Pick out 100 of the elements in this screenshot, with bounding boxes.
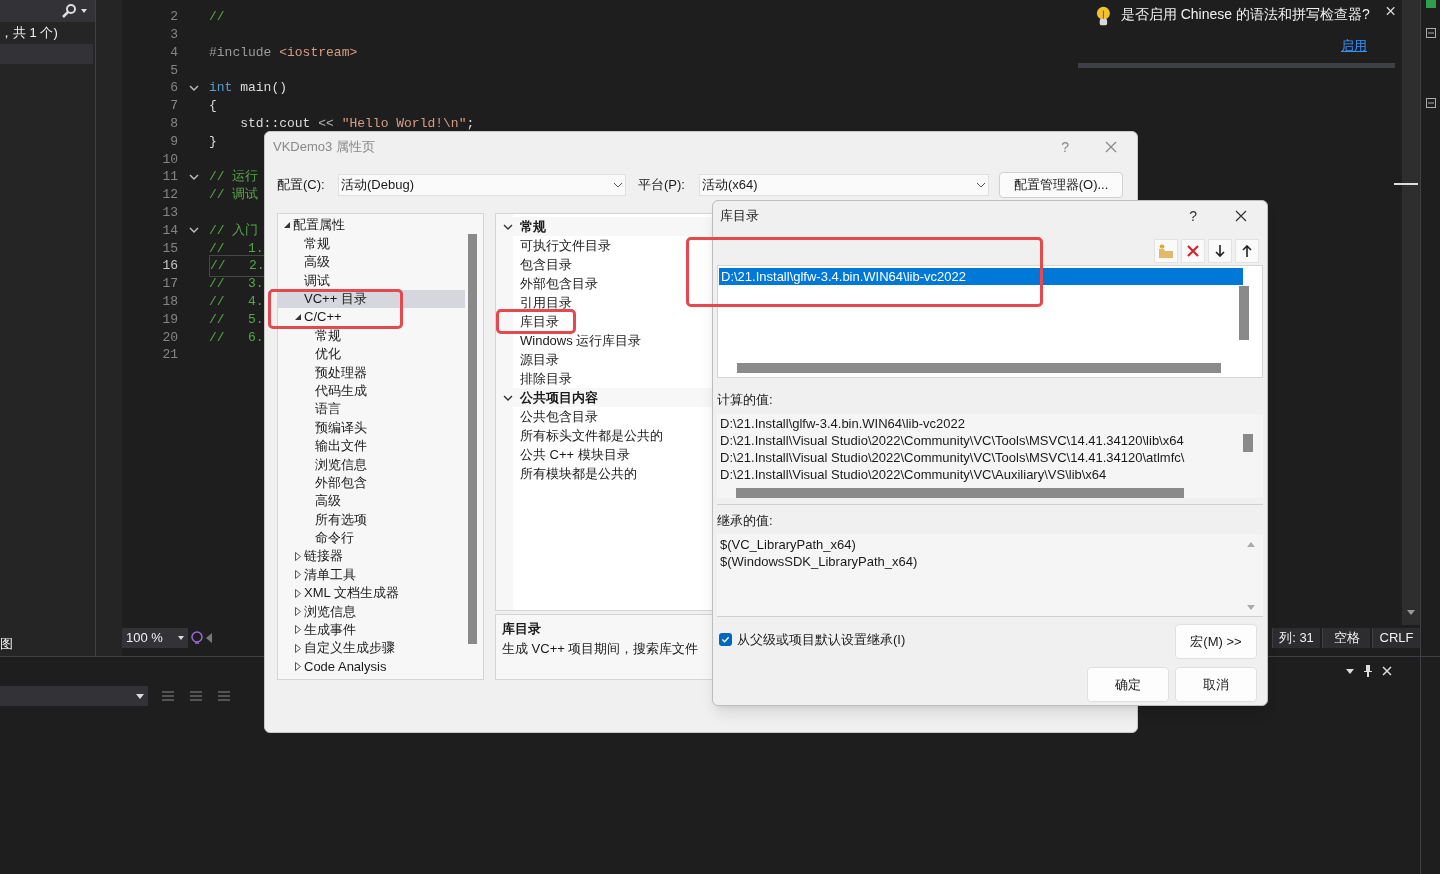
line-number: 18	[161, 292, 178, 311]
line-number: 8	[169, 114, 178, 133]
zoom-dropdown[interactable]: 100 %	[122, 628, 188, 648]
field-label: 配置(C):	[277, 176, 326, 195]
tree-item[interactable]: 优化	[278, 344, 465, 364]
collapsed-arrow-icon[interactable]	[295, 625, 301, 635]
vertical-scrollbar[interactable]	[1402, 0, 1420, 625]
fold-chevron-icon[interactable]	[188, 174, 199, 181]
enable-link[interactable]: 启用	[1341, 36, 1367, 56]
tree-item[interactable]: 语言	[278, 399, 465, 419]
tree-item[interactable]: Code Analysis	[278, 657, 465, 676]
dialog-button[interactable]: 取消	[1175, 667, 1257, 702]
status-item[interactable]: 列: 31	[1272, 628, 1320, 648]
help-button[interactable]: ?	[1189, 205, 1197, 227]
inherited-value: $(VC_LibraryPath_x64)	[719, 536, 857, 553]
collapsed-arrow-icon[interactable]	[295, 606, 301, 616]
config-manager-button[interactable]: 配置管理器(O)...	[999, 172, 1123, 198]
chevron-down-icon	[976, 182, 986, 188]
horizontal-scrollbar-thumb[interactable]	[736, 487, 1184, 498]
property-name[interactable]: 公共 C++ 模块目录	[520, 444, 630, 465]
close-icon[interactable]	[1235, 210, 1247, 222]
collapsed-arrow-icon[interactable]	[295, 643, 301, 653]
status-item[interactable]: 空格	[1322, 628, 1370, 648]
property-name[interactable]: 包含目录	[520, 254, 572, 275]
chevron-down-icon	[613, 182, 623, 188]
list-item[interactable]: D:\21.Install\glfw-3.4.bin.WIN64\lib-vc2022	[719, 268, 1243, 285]
tree-item[interactable]: XML 文档生成器	[278, 583, 465, 603]
scroll-left-icon[interactable]	[206, 633, 212, 643]
section-label: 计算的值:	[717, 391, 774, 409]
property-name[interactable]: Windows 运行库目录	[520, 330, 642, 351]
fold-chevron-icon[interactable]	[188, 227, 199, 234]
inherit-checkbox[interactable]: 从父级或项目默认设置继承(I)	[719, 630, 906, 650]
vertical-scrollbar-thumb[interactable]	[1239, 286, 1249, 340]
collapsed-arrow-icon[interactable]	[295, 662, 301, 672]
move-down-button[interactable]	[1208, 239, 1232, 263]
collapse-icon[interactable]	[1425, 98, 1436, 108]
caret-icon[interactable]	[81, 9, 87, 13]
collapse-icon[interactable]	[1425, 28, 1436, 38]
property-name[interactable]: 源目录	[520, 349, 559, 370]
tree-item[interactable]: 常规	[278, 234, 465, 253]
tree-item[interactable]: 清单工具	[278, 565, 465, 584]
dropdown[interactable]: 活动(Debug)	[338, 174, 626, 196]
dialog-title: VKDemo3 属性页	[273, 138, 376, 157]
tree-item[interactable]: 外部包含	[278, 473, 465, 492]
line-number: 13	[161, 203, 178, 222]
chevron-down-icon[interactable]	[503, 394, 513, 401]
horizontal-scrollbar-thumb[interactable]	[737, 363, 1221, 373]
delete-button[interactable]	[1181, 239, 1205, 263]
tree-item[interactable]: 代码生成	[278, 381, 465, 400]
tree-item[interactable]: 所有选项	[278, 510, 465, 529]
tree-item[interactable]: C/C++	[278, 307, 465, 327]
property-name[interactable]: 所有标头文件都是公共的	[520, 425, 663, 446]
dropdown[interactable]: 活动(x64)	[699, 174, 989, 196]
collapsed-arrow-icon[interactable]	[295, 570, 301, 580]
vertical-scrollbar-thumb[interactable]	[1243, 433, 1253, 452]
line-number: 3	[169, 25, 178, 44]
macros-button[interactable]: 宏(M) >>	[1175, 624, 1257, 659]
search-icon[interactable]	[61, 3, 77, 19]
collapsed-arrow-icon[interactable]	[295, 588, 301, 598]
tree-item[interactable]: 自定义生成步骤	[278, 639, 465, 658]
line-number: 9	[169, 132, 178, 151]
computed-value: D:\21.Install\glfw-3.4.bin.WIN64\lib-vc2022	[719, 414, 966, 432]
line-number: 20	[161, 328, 178, 347]
property-name[interactable]: 引用目录	[520, 292, 572, 313]
tree-item[interactable]: 调试	[278, 271, 465, 290]
fold-chevron-icon[interactable]	[188, 85, 199, 92]
property-name[interactable]: 排除目录	[520, 368, 572, 389]
arrow-up-icon	[1242, 245, 1252, 257]
tree-item[interactable]: 链接器	[278, 547, 465, 566]
tree-item[interactable]: 输出文件	[278, 436, 465, 456]
tree-item[interactable]: 预编译头	[278, 418, 465, 437]
tree-item[interactable]: 浏览信息	[278, 455, 465, 474]
status-item[interactable]: CRLF	[1372, 628, 1420, 648]
tree-item[interactable]: 浏览信息	[278, 602, 465, 621]
pin-icon[interactable]	[1364, 665, 1372, 677]
line-number: 21	[161, 346, 178, 365]
tree-item[interactable]: 高级	[278, 252, 465, 272]
tree-item[interactable]: 常规	[278, 326, 465, 345]
tree-item[interactable]: 生成事件	[278, 620, 465, 639]
expanded-arrow-icon[interactable]	[284, 222, 290, 229]
expanded-arrow-icon[interactable]	[295, 314, 301, 321]
property-name[interactable]: 库目录	[520, 311, 559, 332]
property-name[interactable]: 外部包含目录	[520, 273, 598, 294]
tree-scrollbar-thumb[interactable]	[468, 234, 477, 644]
tree-item[interactable]: 预处理器	[278, 363, 465, 382]
computed-value: D:\21.Install\Visual Studio\2022\Community\VC\Tools\MSVC\14.41.34120\atlmfc\	[719, 449, 1186, 467]
scroll-down-icon[interactable]	[1407, 610, 1415, 615]
panel-tab-label[interactable]: 图	[0, 632, 95, 656]
dialog-button[interactable]: 确定	[1087, 667, 1169, 702]
collapsed-arrow-icon[interactable]	[295, 551, 301, 561]
line-number: 6	[169, 79, 178, 98]
tree-item[interactable]: 命令行	[278, 528, 465, 548]
chevron-down-icon[interactable]	[503, 223, 513, 230]
dropdown-icon[interactable]	[1346, 668, 1354, 674]
property-name[interactable]: 可执行文件目录	[520, 235, 611, 256]
property-name[interactable]: 公共包含目录	[520, 406, 598, 427]
tree-item[interactable]: 高级	[278, 491, 465, 511]
tree-item[interactable]: 配置属性	[278, 216, 465, 235]
property-name[interactable]: 所有模块都是公共的	[520, 463, 637, 484]
move-up-button[interactable]	[1235, 239, 1259, 263]
